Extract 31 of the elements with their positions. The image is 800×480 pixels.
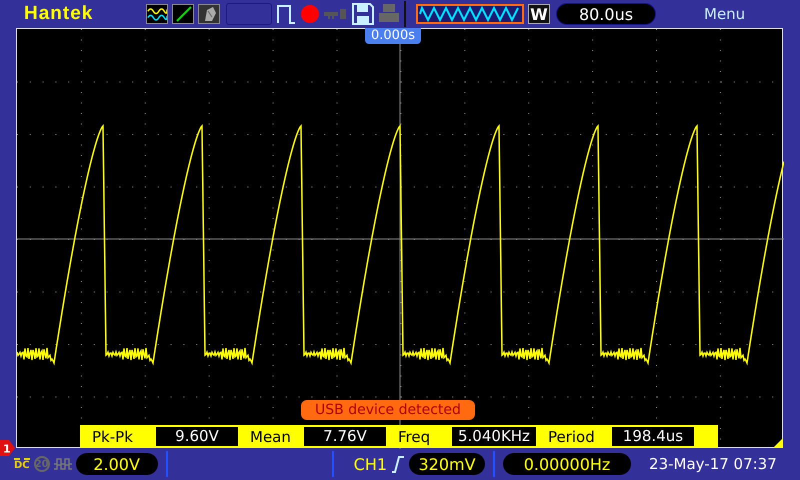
date-time: 23-May-17 07:37 bbox=[649, 455, 777, 473]
window-button[interactable]: W bbox=[528, 4, 550, 24]
save-icon[interactable] bbox=[352, 3, 374, 25]
status-slot bbox=[226, 3, 272, 25]
square-wave-icon bbox=[54, 457, 72, 471]
volts-per-div-readout: 2.00V bbox=[76, 453, 158, 475]
measurement-value: 198.4us bbox=[612, 427, 694, 446]
persistence-icon[interactable] bbox=[198, 4, 220, 24]
frequency-readout: 0.00000Hz bbox=[503, 453, 632, 475]
menu-button[interactable]: Menu bbox=[704, 5, 746, 23]
timebase-window-icon[interactable] bbox=[416, 4, 524, 24]
waveform-mode-icon[interactable] bbox=[146, 4, 168, 24]
measurement-label: Pk-Pk bbox=[91, 428, 134, 446]
trigger-level-readout: 320mV bbox=[409, 453, 486, 475]
rising-edge-icon bbox=[391, 455, 406, 473]
measurement-value: 9.60V bbox=[156, 427, 238, 446]
trigger-source-label: CH1 bbox=[354, 454, 388, 474]
measurement-value: 7.76V bbox=[304, 427, 386, 446]
channel-marker: 1 bbox=[0, 440, 16, 456]
measurement-label: Period bbox=[546, 428, 596, 446]
measurement-label: Mean bbox=[249, 428, 292, 446]
coupling-label: DC bbox=[14, 458, 30, 470]
measurement-label: Freq bbox=[397, 428, 432, 446]
usb-notification: USB device detected bbox=[301, 400, 475, 420]
measurement-value: 5.040KHz bbox=[452, 427, 536, 446]
line-display-icon[interactable] bbox=[172, 4, 194, 24]
trigger-level-marker bbox=[773, 438, 783, 448]
brand-logo: Hantek bbox=[24, 3, 94, 25]
trigger-position-label: 0.000s bbox=[365, 28, 421, 44]
pulse-trigger-icon[interactable] bbox=[276, 3, 296, 25]
timebase-readout: 80.0us bbox=[556, 3, 656, 25]
